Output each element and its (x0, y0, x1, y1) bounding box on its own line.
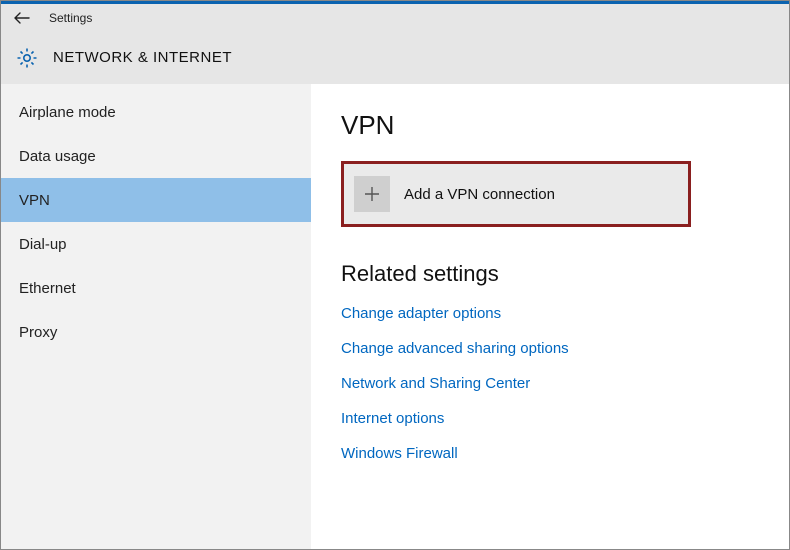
settings-window: Settings NETWORK & INTERNET Airplane mod… (0, 0, 790, 550)
plus-icon (354, 176, 390, 212)
gear-icon (15, 46, 39, 70)
sidebar-item-ethernet[interactable]: Ethernet (1, 266, 311, 310)
page-title: VPN (341, 110, 789, 141)
link-change-adapter-options[interactable]: Change adapter options (341, 305, 501, 322)
category-header: NETWORK & INTERNET (1, 32, 789, 84)
back-arrow-icon[interactable] (13, 12, 31, 24)
related-links-list: Change adapter options Change advanced sh… (341, 305, 789, 462)
link-windows-firewall[interactable]: Windows Firewall (341, 445, 458, 462)
sidebar: Airplane modeData usageVPNDial-upEtherne… (1, 84, 311, 549)
link-network-and-sharing-center[interactable]: Network and Sharing Center (341, 375, 530, 392)
title-bar-label: Settings (49, 11, 92, 25)
main-panel: VPN Add a VPN connection Related setting… (311, 84, 789, 549)
related-settings-title: Related settings (341, 261, 789, 287)
link-change-advanced-sharing-options[interactable]: Change advanced sharing options (341, 340, 569, 357)
sidebar-item-data-usage[interactable]: Data usage (1, 134, 311, 178)
sidebar-item-airplane-mode[interactable]: Airplane mode (1, 90, 311, 134)
sidebar-item-dial-up[interactable]: Dial-up (1, 222, 311, 266)
category-title: NETWORK & INTERNET (53, 49, 232, 66)
body: Airplane modeData usageVPNDial-upEtherne… (1, 84, 789, 549)
add-vpn-label: Add a VPN connection (404, 186, 555, 203)
sidebar-item-proxy[interactable]: Proxy (1, 310, 311, 354)
add-vpn-connection-button[interactable]: Add a VPN connection (341, 161, 691, 227)
link-internet-options[interactable]: Internet options (341, 410, 444, 427)
sidebar-item-vpn[interactable]: VPN (1, 178, 311, 222)
title-bar: Settings (1, 4, 789, 32)
